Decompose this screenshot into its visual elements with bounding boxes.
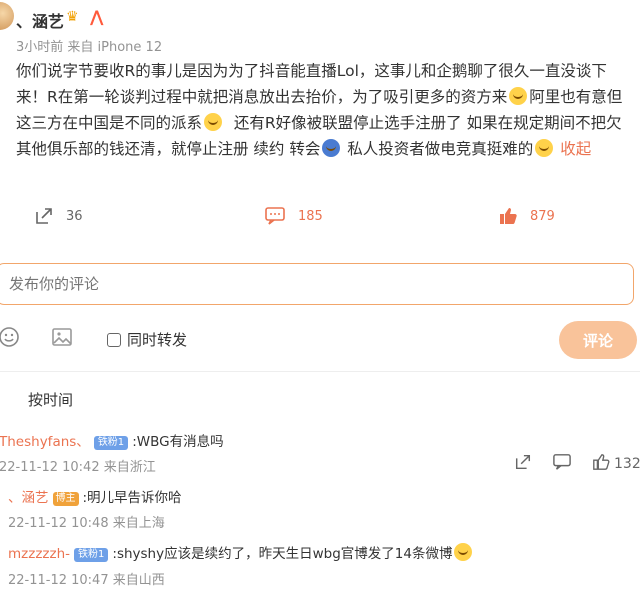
comment-like-button[interactable]: 132 xyxy=(592,453,640,475)
comment-text: :shyshy应该是续约了，昨天生日wbg官博发了14条微博 xyxy=(112,546,453,562)
fan-badge: 铁粉1 xyxy=(74,548,109,562)
commenter-name[interactable]: mzzzzzh- xyxy=(8,546,70,562)
author-avatar[interactable] xyxy=(0,2,14,30)
repost-button[interactable]: 36 xyxy=(34,202,83,230)
comment-meta: 22-11-12 10:47 来自山西 xyxy=(8,573,165,588)
fan-badge: 铁粉1 xyxy=(93,436,129,450)
author-name[interactable]: 、涵艺 xyxy=(16,8,64,32)
laugh-cry-emoji-icon xyxy=(204,113,223,131)
comment-count: 185 xyxy=(298,208,323,224)
thumbs-up-icon xyxy=(592,453,610,475)
comment-button[interactable]: 185 xyxy=(264,202,323,230)
repost-icon xyxy=(34,206,54,226)
like-button[interactable]: 879 xyxy=(498,202,555,230)
comment-meta: 22-11-12 10:42 来自浙江 xyxy=(0,460,156,475)
comment-line: mzzzzzh- 铁粉1:shyshy应该是续约了，昨天生日wbg官博发了14条微… xyxy=(8,542,474,562)
image-upload-icon[interactable] xyxy=(51,326,73,352)
comment-input[interactable] xyxy=(0,263,634,305)
comment-text: :明儿早告诉你哈 xyxy=(82,490,182,506)
host-badge: 博主 xyxy=(52,492,79,506)
emoji-icon xyxy=(322,139,341,157)
repost-count: 36 xyxy=(66,208,83,224)
comment-line: 、涵艺 博主:明儿早告诉你哈 xyxy=(8,486,182,506)
emoji-icon xyxy=(535,139,554,157)
like-count: 879 xyxy=(530,208,555,224)
crown-badge-icon: ♛ xyxy=(66,9,79,25)
v-badge-icon: ⋀ xyxy=(90,7,104,26)
post-text-part-4: 私人投资者做电竞真挺难的 xyxy=(347,140,534,158)
submit-comment-button[interactable]: 评论 xyxy=(559,321,637,359)
comment-line: Theshyfans、 铁粉1:WBG有消息吗 xyxy=(0,430,224,450)
repost-sync-toggle[interactable]: 同时转发 xyxy=(107,329,187,350)
collapse-link[interactable]: 收起 xyxy=(560,140,591,158)
comment-text: :WBG有消息吗 xyxy=(132,434,224,450)
comment-actions: 132 xyxy=(514,453,640,475)
comment-meta: 22-11-12 10:48 来自上海 xyxy=(8,516,165,531)
emoji-picker-icon[interactable] xyxy=(0,326,20,352)
comment-icon xyxy=(264,206,286,226)
post-meta: 3小时前 来自 iPhone 12 xyxy=(16,40,163,55)
emoji-icon xyxy=(509,87,528,105)
sort-by-time-tab[interactable]: 按时间 xyxy=(28,389,73,410)
divider xyxy=(0,371,640,372)
commenter-name[interactable]: Theshyfans、 xyxy=(0,434,90,450)
post-text: 你们说字节要收R的事儿是因为为了抖音能直播Lol，这事儿和企鹅聊了很久一直没谈下… xyxy=(16,58,636,162)
comment-like-count: 132 xyxy=(614,456,640,472)
thumbs-up-icon xyxy=(498,206,518,226)
sync-checkbox[interactable] xyxy=(107,332,121,347)
reply-icon[interactable] xyxy=(552,453,572,475)
laugh-cry-emoji-icon xyxy=(454,543,473,561)
share-icon[interactable] xyxy=(514,453,532,475)
sync-label: 同时转发 xyxy=(127,331,188,349)
commenter-name[interactable]: 、涵艺 xyxy=(8,490,49,506)
